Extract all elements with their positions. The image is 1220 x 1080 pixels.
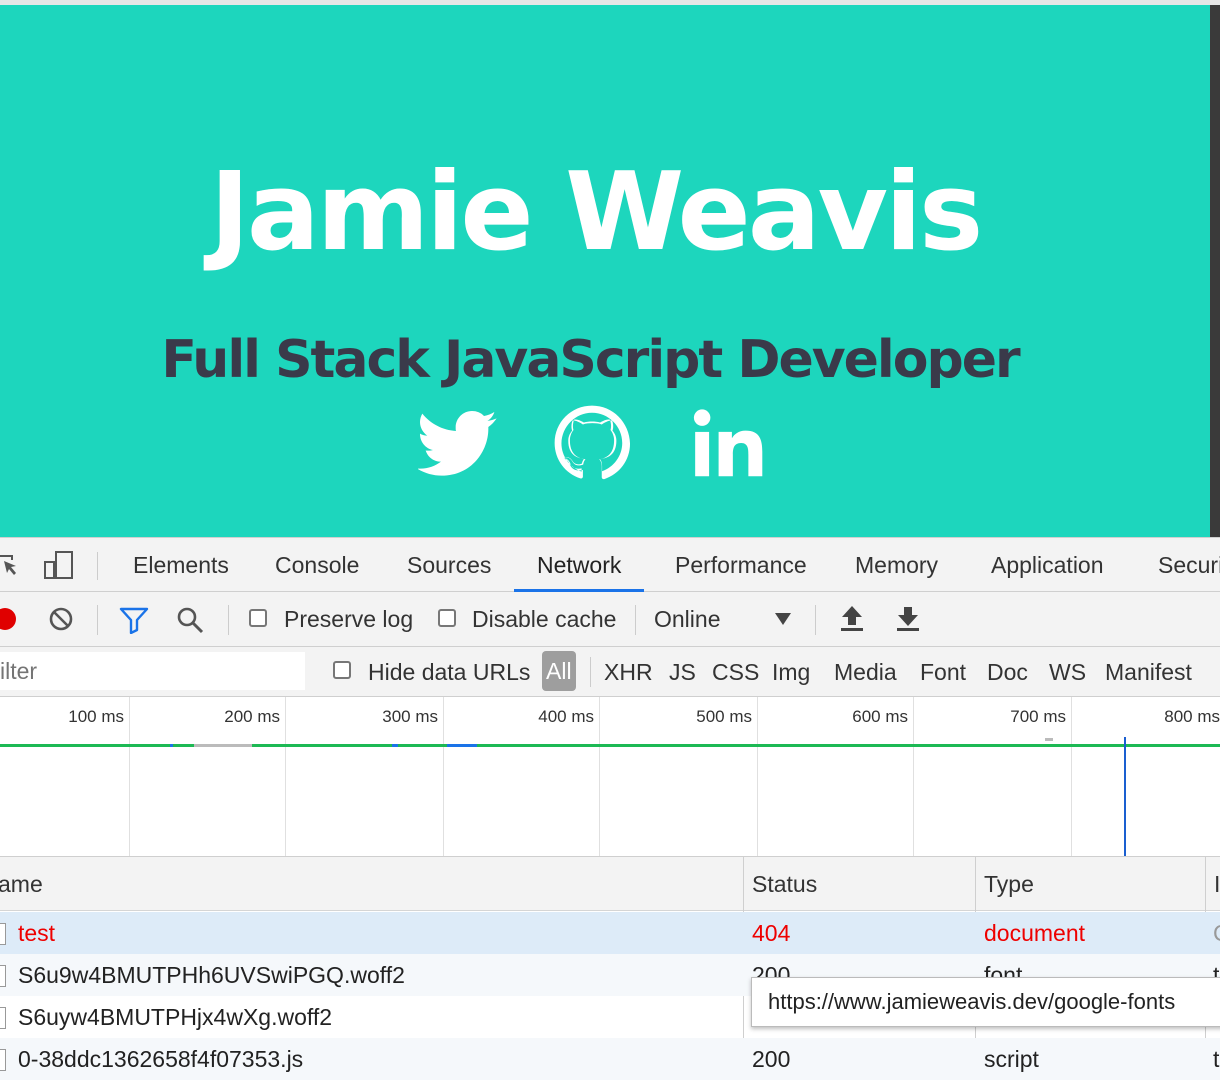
timeline-gridline: [285, 697, 286, 856]
request-bar: [170, 744, 173, 747]
timeline-gridline: [913, 697, 914, 856]
column-initiator[interactable]: I: [1214, 857, 1220, 911]
linkedin-icon[interactable]: [692, 400, 768, 486]
filter-bar: Hide data URLs All XHR JS CSS Img Media …: [0, 647, 1220, 697]
requests-table-header: ame Status Type I: [0, 857, 1220, 911]
page-scrollbar[interactable]: [1210, 5, 1220, 537]
throttling-select[interactable]: Online: [654, 592, 720, 646]
timeline-gridline: [443, 697, 444, 856]
inspect-element-icon[interactable]: [0, 552, 22, 578]
devtools-tab-bar: Elements Console Sources Network Perform…: [0, 537, 1220, 592]
timeline-tick-label: 800 ms: [1164, 707, 1220, 726]
twitter-icon[interactable]: [418, 400, 498, 486]
request-name: test: [18, 920, 56, 946]
tab-sources[interactable]: Sources: [407, 538, 491, 592]
disable-cache-checkbox[interactable]: [438, 609, 456, 627]
toolbar-separator: [97, 605, 98, 635]
timeline-tick-label: 300 ms: [382, 707, 438, 726]
tab-console[interactable]: Console: [275, 538, 359, 592]
toolbar-separator: [228, 605, 229, 635]
table-row[interactable]: test 404 document C: [0, 912, 1220, 954]
timeline-tick-label: 600 ms: [852, 707, 908, 726]
load-event-line: [1124, 737, 1126, 856]
file-icon: [0, 965, 6, 987]
github-icon[interactable]: [553, 400, 631, 486]
request-bar: [194, 744, 252, 747]
request-name: S6uyw4BMUTPHjx4wXg.woff2: [18, 1004, 333, 1030]
timeline-tick-label: 700 ms: [1010, 707, 1066, 726]
hero-section: Jamie Weavis Full Stack JavaScript Devel…: [0, 0, 1220, 537]
filter-type-media[interactable]: Media: [834, 647, 897, 697]
request-bar: [392, 744, 398, 747]
tab-memory[interactable]: Memory: [855, 538, 938, 592]
request-bar: [447, 744, 477, 747]
timeline-gridline: [599, 697, 600, 856]
clear-icon[interactable]: [48, 606, 74, 632]
hide-data-urls-label: Hide data URLs: [368, 659, 531, 685]
record-button[interactable]: [0, 608, 16, 630]
filter-separator: [590, 657, 591, 687]
url-tooltip: https://www.jamieweavis.dev/google-fonts: [751, 977, 1220, 1027]
filter-type-font[interactable]: Font: [920, 647, 966, 697]
filter-input[interactable]: [0, 652, 305, 690]
document-icon: [0, 923, 6, 945]
filter-type-manifest[interactable]: Manifest: [1105, 647, 1192, 697]
filter-type-img[interactable]: Img: [772, 647, 810, 697]
file-icon: [0, 1049, 6, 1071]
hide-data-urls-checkbox[interactable]: [333, 661, 351, 679]
tab-network[interactable]: Network: [514, 538, 645, 592]
filter-type-css[interactable]: CSS: [712, 647, 759, 697]
filter-type-xhr[interactable]: XHR: [604, 647, 653, 697]
timeline-tick-label: 100 ms: [68, 707, 124, 726]
request-initiator: C: [1213, 912, 1220, 954]
timeline-tick-label: 400 ms: [538, 707, 594, 726]
tab-application[interactable]: Application: [991, 538, 1104, 592]
timeline-gridline: [129, 697, 130, 856]
disable-cache-label: Disable cache: [472, 606, 617, 632]
request-name: S6u9w4BMUTPHh6UVSwiPGQ.woff2: [18, 962, 405, 988]
network-overview[interactable]: 100 ms 200 ms 300 ms 400 ms 500 ms 600 m…: [0, 697, 1220, 857]
network-toolbar: Preserve log Disable cache Online: [0, 592, 1220, 647]
request-type: document: [984, 920, 1086, 946]
timeline-gridline: [1071, 697, 1072, 856]
toolbar-separator: [635, 605, 636, 635]
tab-performance[interactable]: Performance: [675, 538, 807, 592]
hero-subtitle: Full Stack JavaScript Developer: [161, 330, 1020, 390]
request-bar: [1045, 738, 1053, 741]
filter-type-ws[interactable]: WS: [1049, 647, 1086, 697]
timeline-tick-label: 200 ms: [224, 707, 280, 726]
toolbar-separator: [815, 605, 816, 635]
export-har-icon[interactable]: [894, 604, 922, 634]
tab-elements[interactable]: Elements: [133, 538, 229, 592]
search-icon[interactable]: [176, 606, 204, 634]
filter-type-all[interactable]: All: [542, 651, 576, 691]
preserve-log-label: Preserve log: [284, 606, 414, 632]
file-icon: [0, 1007, 6, 1029]
device-toolbar-icon[interactable]: [42, 550, 76, 580]
import-har-icon[interactable]: [838, 604, 866, 634]
social-links: [410, 400, 790, 486]
column-status[interactable]: Status: [752, 857, 817, 911]
request-status: 404: [752, 920, 791, 946]
filter-type-doc[interactable]: Doc: [987, 647, 1028, 697]
filter-icon[interactable]: [119, 606, 149, 634]
chevron-down-icon[interactable]: [774, 612, 792, 626]
column-name[interactable]: ame: [0, 857, 43, 911]
hero-name: Jamie Weavis: [209, 150, 984, 275]
filter-type-js[interactable]: JS: [669, 647, 696, 697]
column-type[interactable]: Type: [984, 857, 1034, 911]
dom-content-loaded-line: [0, 744, 1220, 747]
timeline-gridline: [757, 697, 758, 856]
tab-bar-separator: [97, 552, 98, 580]
timeline-tick-label: 500 ms: [696, 707, 752, 726]
preserve-log-checkbox[interactable]: [249, 609, 267, 627]
tab-security[interactable]: Securi: [1158, 538, 1220, 592]
